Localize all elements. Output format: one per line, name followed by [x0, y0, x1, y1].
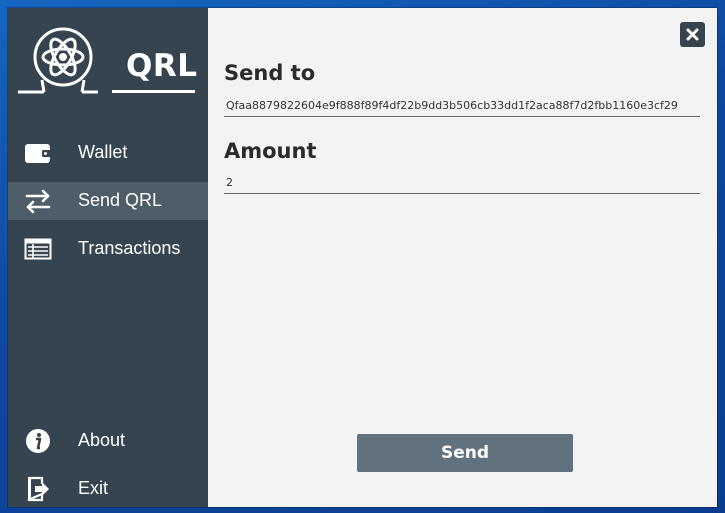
amount-input[interactable]: [224, 172, 700, 194]
logo-underline: [112, 90, 195, 93]
sidebar-item-about[interactable]: About: [8, 422, 208, 460]
sidebar-item-label: About: [78, 430, 126, 450]
transactions-list-icon: [24, 238, 52, 260]
sidebar-item-wallet[interactable]: Wallet: [8, 134, 208, 172]
app-window: QRL Wallet Send QRL Transactions About E…: [8, 8, 717, 507]
sidebar-item-label: Send QRL: [78, 190, 163, 210]
transfer-arrows-icon: [25, 189, 51, 214]
logo-text: QRL: [126, 48, 198, 84]
send-qrl-panel: Send to Amount Send: [208, 8, 717, 507]
sidebar-item-exit[interactable]: Exit: [8, 470, 208, 507]
amount-label: Amount: [224, 139, 317, 163]
sidebar-item-send-qrl[interactable]: Send QRL: [8, 182, 208, 220]
sidebar-item-label: Exit: [78, 478, 109, 498]
exit-icon: [27, 476, 49, 502]
close-icon: [686, 28, 699, 41]
send-button[interactable]: Send: [357, 434, 573, 472]
send-to-address-input[interactable]: [224, 95, 700, 117]
wallet-icon: [25, 144, 51, 163]
sidebar-item-label: Transactions: [78, 238, 181, 258]
atom-logo-icon: [18, 27, 98, 94]
sidebar-item-label: Wallet: [78, 142, 128, 162]
info-icon: [26, 429, 50, 453]
send-to-label: Send to: [224, 61, 316, 85]
sidebar: QRL Wallet Send QRL Transactions About E…: [8, 8, 208, 507]
sidebar-item-transactions[interactable]: Transactions: [8, 230, 208, 268]
close-button[interactable]: [680, 22, 705, 47]
qrl-logo: QRL: [18, 24, 198, 94]
